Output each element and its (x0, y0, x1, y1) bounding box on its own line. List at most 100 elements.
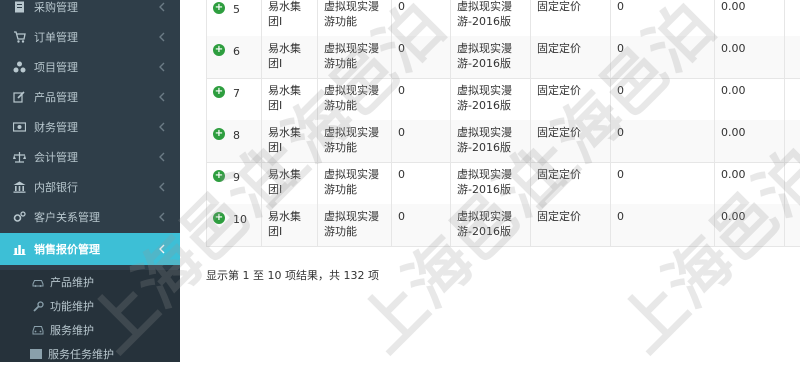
expand-row-icon[interactable]: + (213, 212, 225, 224)
cogs-icon (12, 210, 26, 224)
version-cell: 虚拟现实漫游-2016版 (450, 36, 530, 78)
sub-label: 服务任务维护 (48, 348, 114, 361)
row-number-cell: +5 (206, 0, 261, 36)
nav-item-internal-bank[interactable]: 内部银行 (0, 172, 180, 202)
trailing-cell (784, 0, 800, 36)
main-content: +5 易水集团I 虚拟现实漫游功能 0 虚拟现实漫游-2016版 固定定价 0 0.00 +6 易… (180, 0, 800, 362)
chevron-left-icon (159, 32, 165, 42)
value-cell: 0 (610, 162, 714, 204)
value-cell: 0 (391, 162, 450, 204)
row-number-cell: +6 (206, 36, 261, 78)
row-number: 5 (233, 3, 240, 16)
sub-item-product-maintenance[interactable]: 产品维护 (0, 270, 180, 294)
value-cell: 0 (391, 78, 450, 120)
table-row: +10 易水集团I 虚拟现实漫游功能 0 虚拟现实漫游-2016版 固定定价 0 0.00 (206, 204, 800, 247)
nav-label: 销售报价管理 (34, 243, 100, 256)
trailing-cell (784, 36, 800, 78)
nav-item-projects[interactable]: 项目管理 (0, 52, 180, 82)
function-cell: 虚拟现实漫游功能 (317, 0, 391, 36)
expand-row-icon[interactable]: + (213, 86, 225, 98)
function-cell: 虚拟现实漫游功能 (317, 78, 391, 120)
value-cell: 0 (391, 36, 450, 78)
value-cell: 0 (610, 120, 714, 162)
nav-label: 客户关系管理 (34, 211, 100, 224)
wrench-icon (32, 300, 44, 312)
value-cell: 0 (391, 120, 450, 162)
chevron-left-icon (159, 152, 165, 162)
company-cell: 易水集团I (261, 204, 317, 246)
pricing-cell: 固定定价 (530, 36, 610, 78)
nav-item-sales-quote[interactable]: 销售报价管理 (0, 233, 180, 265)
nav-item-orders[interactable]: 订单管理 (0, 22, 180, 52)
nav-item-products[interactable]: 产品管理 (0, 82, 180, 112)
value-cell: 0 (391, 0, 450, 36)
expand-row-icon[interactable]: + (213, 170, 225, 182)
pagination-summary: 显示第 1 至 10 项结果，共 132 项 (206, 269, 379, 282)
trailing-cell (784, 78, 800, 120)
function-cell: 虚拟现实漫游功能 (317, 204, 391, 246)
nav-item-finance[interactable]: 财务管理 (0, 112, 180, 142)
nav-label: 项目管理 (34, 61, 78, 74)
expand-row-icon[interactable]: + (213, 44, 225, 56)
expand-row-icon[interactable]: + (213, 128, 225, 140)
edit-icon (12, 90, 26, 104)
pricing-cell: 固定定价 (530, 162, 610, 204)
scale-icon (12, 150, 26, 164)
nav-item-accounting[interactable]: 会计管理 (0, 142, 180, 172)
company-cell: 易水集团I (261, 36, 317, 78)
cart-icon (12, 30, 26, 44)
chevron-left-icon (159, 182, 165, 192)
nav-label: 内部银行 (34, 181, 78, 194)
sub-label: 服务维护 (50, 324, 94, 337)
sidebar: 采购管理 订单管理 项目管理 产品管理 财务管理 会计管理 内部银行 客户关系管… (0, 0, 180, 362)
amount-cell: 0.00 (714, 120, 784, 162)
version-cell: 虚拟现实漫游-2016版 (450, 162, 530, 204)
amount-cell: 0.00 (714, 162, 784, 204)
value-cell: 0 (610, 0, 714, 36)
bar-chart-icon (12, 242, 26, 256)
row-number: 9 (233, 171, 240, 184)
table-row: +9 易水集团I 虚拟现实漫游功能 0 虚拟现实漫游-2016版 固定定价 0 0.00 (206, 162, 800, 205)
trailing-cell (784, 120, 800, 162)
company-cell: 易水集团I (261, 0, 317, 36)
version-cell: 虚拟现实漫游-2016版 (450, 204, 530, 246)
table-row: +8 易水集团I 虚拟现实漫游功能 0 虚拟现实漫游-2016版 固定定价 0 0.00 (206, 120, 800, 163)
version-cell: 虚拟现实漫游-2016版 (450, 120, 530, 162)
sub-item-function-maintenance[interactable]: 功能维护 (0, 294, 180, 318)
value-cell: 0 (610, 78, 714, 120)
pricing-cell: 固定定价 (530, 0, 610, 36)
pricing-cell: 固定定价 (530, 120, 610, 162)
chevron-left-icon (159, 2, 165, 12)
function-cell: 虚拟现实漫游功能 (317, 162, 391, 204)
expand-row-icon[interactable]: + (213, 2, 225, 14)
company-cell: 易水集团I (261, 120, 317, 162)
value-cell: 0 (610, 204, 714, 246)
company-cell: 易水集团I (261, 78, 317, 120)
nav-label: 产品管理 (34, 91, 78, 104)
row-number-cell: +10 (206, 204, 261, 246)
nav-label: 采购管理 (34, 1, 78, 14)
amount-cell: 0.00 (714, 0, 784, 36)
version-cell: 虚拟现实漫游-2016版 (450, 0, 530, 36)
amount-cell: 0.00 (714, 204, 784, 246)
nav-label: 订单管理 (34, 31, 78, 44)
sub-item-service-maintenance[interactable]: 服务维护 (0, 318, 180, 342)
sub-label: 产品维护 (50, 276, 94, 289)
nav-item-procurement[interactable]: 采购管理 (0, 0, 180, 22)
row-number: 10 (233, 213, 247, 226)
table-row: +7 易水集团I 虚拟现实漫游功能 0 虚拟现实漫游-2016版 固定定价 0 0.00 (206, 78, 800, 121)
value-cell: 0 (391, 204, 450, 246)
pricing-cell: 固定定价 (530, 204, 610, 246)
row-number-cell: +9 (206, 162, 261, 204)
amount-cell: 0.00 (714, 36, 784, 78)
version-cell: 虚拟现实漫游-2016版 (450, 78, 530, 120)
chevron-left-icon (159, 92, 165, 102)
sitemap-icon (12, 60, 26, 74)
sub-item-service-task-maintenance[interactable]: 服务任务维护 (0, 342, 180, 362)
money-icon (12, 120, 26, 134)
chevron-left-icon (159, 212, 165, 222)
bank-icon (12, 180, 26, 194)
table-row: +6 易水集团I 虚拟现实漫游功能 0 虚拟现实漫游-2016版 固定定价 0 0.00 (206, 36, 800, 79)
nav-item-crm[interactable]: 客户关系管理 (0, 202, 180, 232)
car-front-icon (32, 324, 44, 336)
